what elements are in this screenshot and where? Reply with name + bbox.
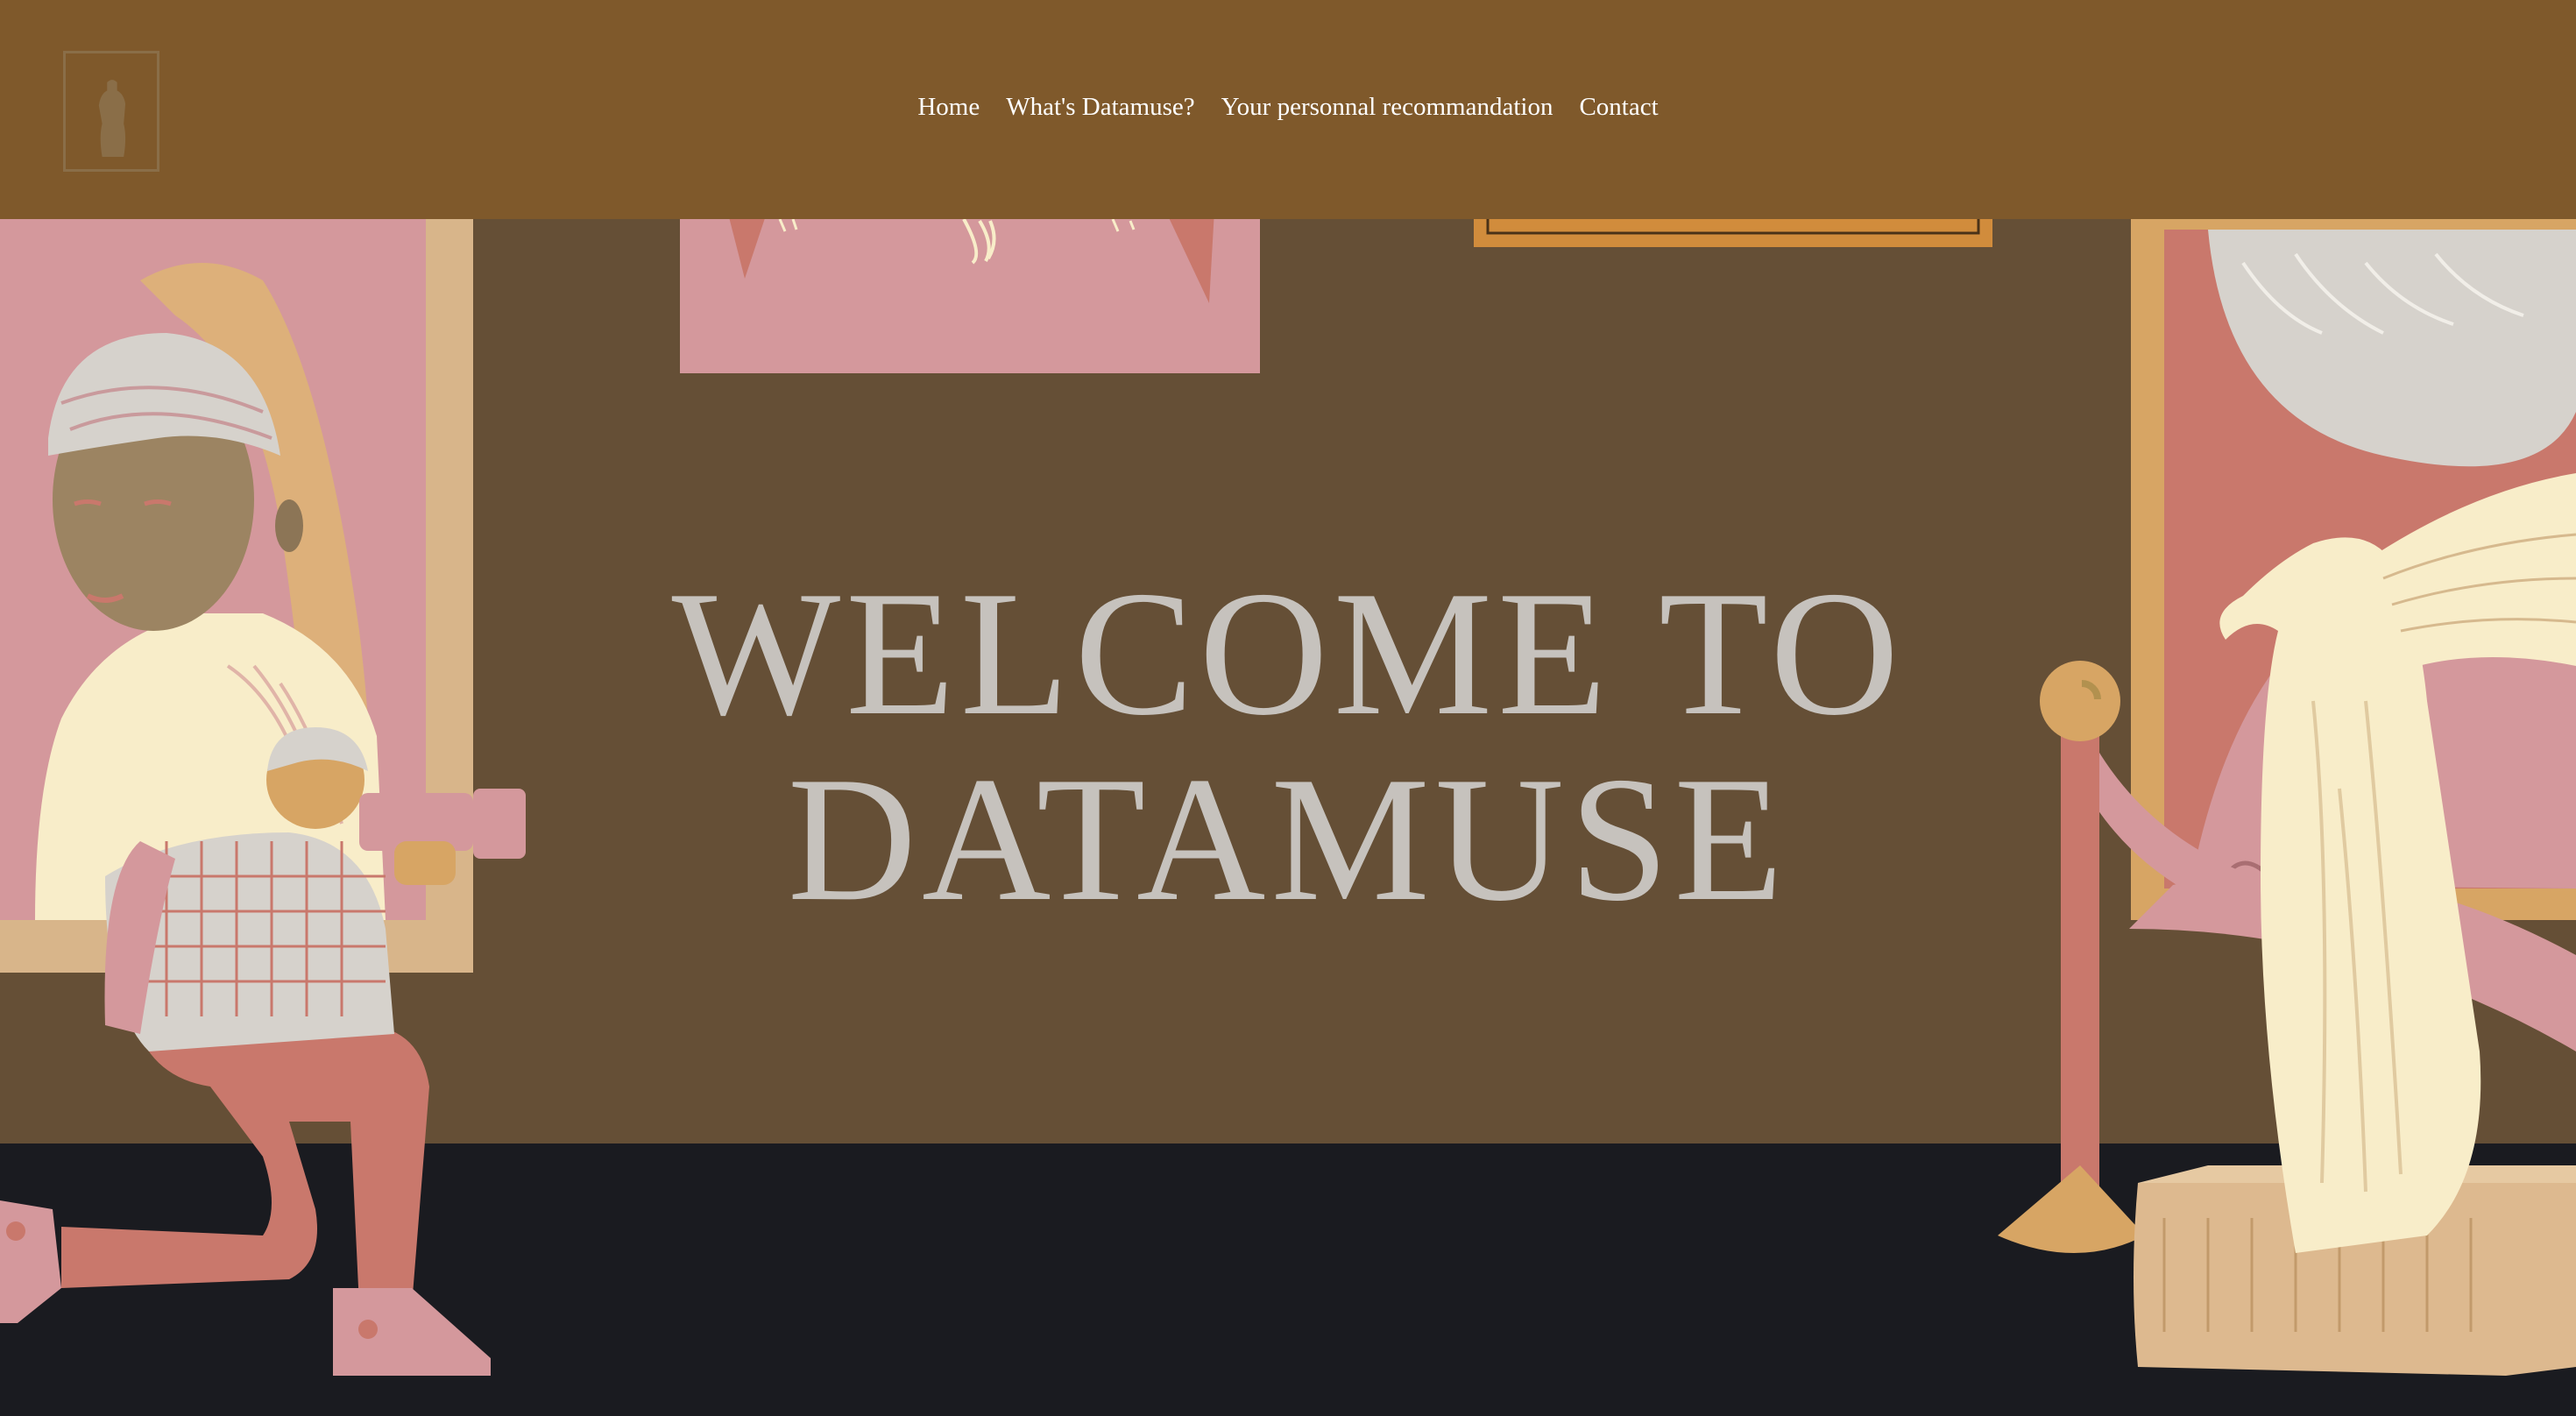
main-nav: Home What's Datamuse? Your personnal rec… [0, 89, 2576, 124]
page: Home What's Datamuse? Your personnal rec… [0, 0, 2576, 1416]
hero-title: WELCOME TO DATAMUSE [0, 561, 2576, 932]
nav-link-contact[interactable]: Contact [1579, 89, 1658, 124]
header-navbar: Home What's Datamuse? Your personnal rec… [0, 0, 2576, 219]
top-pink-painting [680, 210, 1260, 373]
nav-link-whats-datamuse[interactable]: What's Datamuse? [1006, 89, 1194, 124]
nav-link-home[interactable]: Home [917, 89, 980, 124]
hero-title-line-2: DATAMUSE [787, 740, 1789, 938]
nav-link-personal-recommendation[interactable]: Your personnal recommandation [1221, 89, 1553, 124]
hero-title-line-1: WELCOME TO [671, 555, 1905, 753]
